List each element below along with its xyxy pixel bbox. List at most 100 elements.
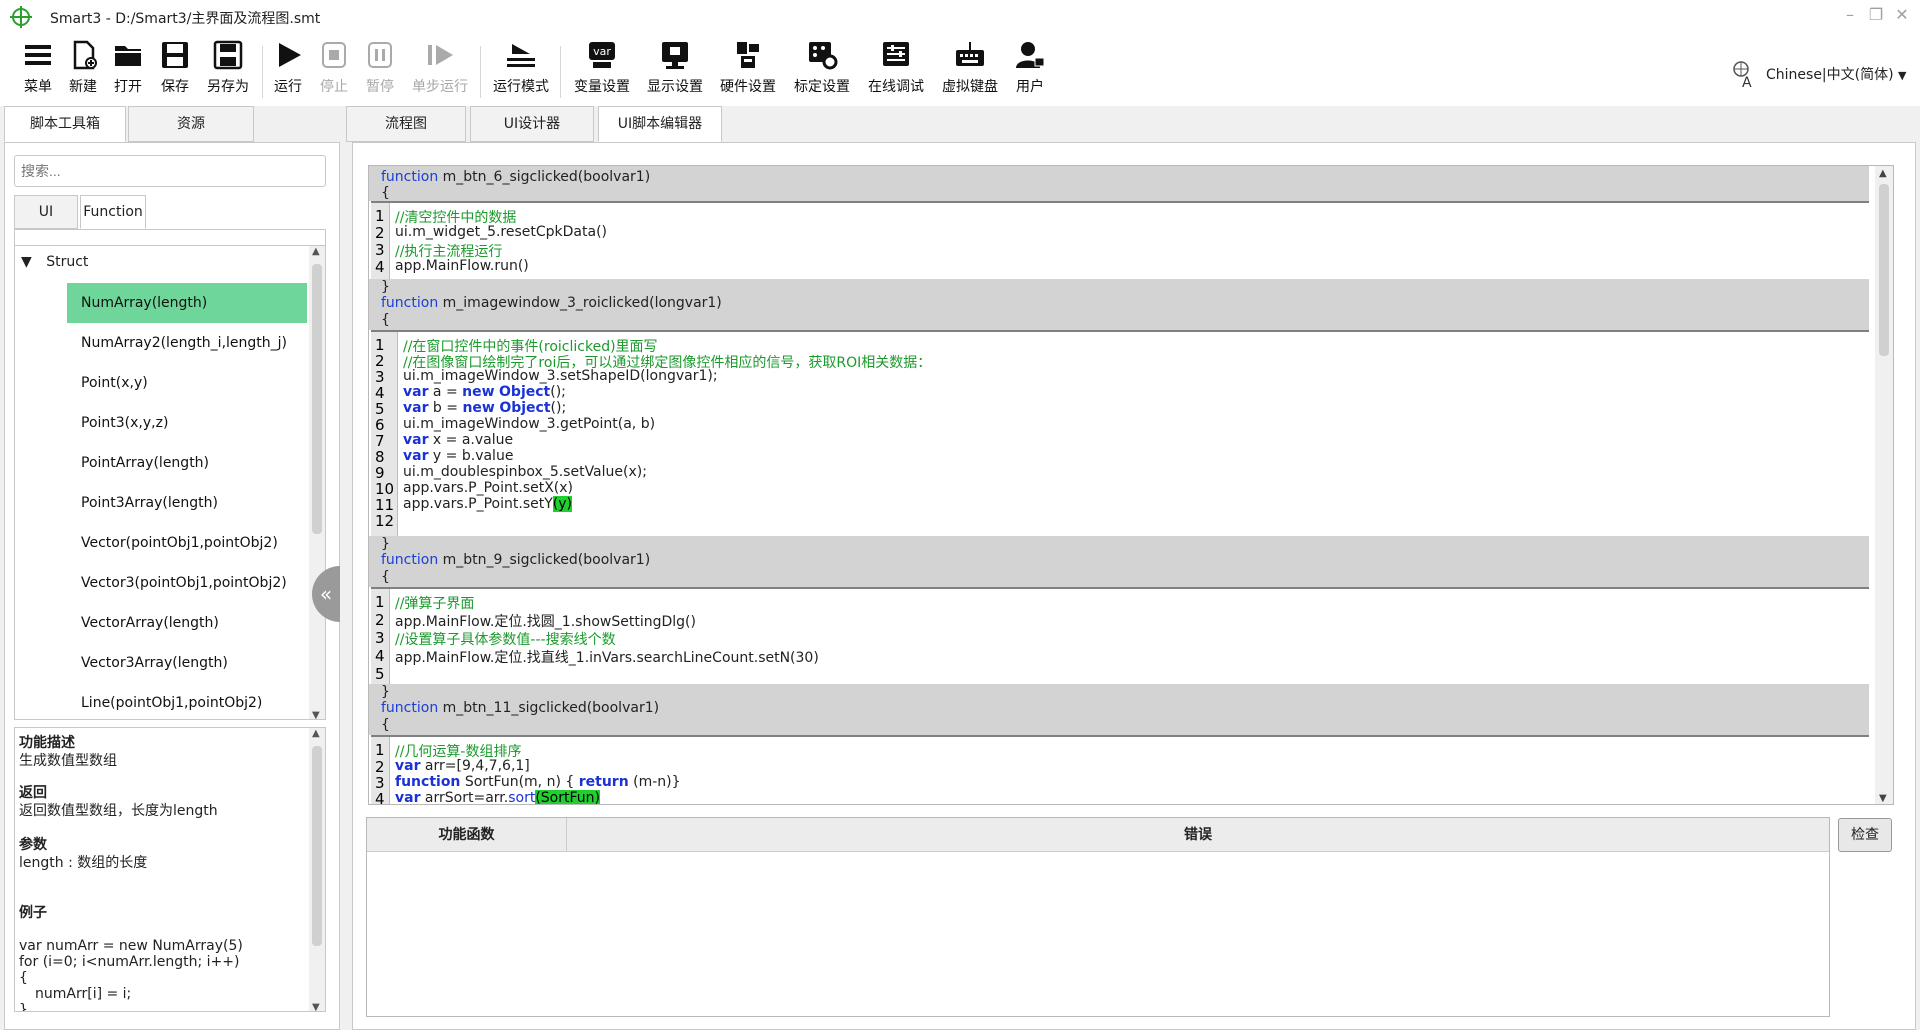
code-line: var a = new Object(); — [403, 384, 566, 400]
scroll-up-icon[interactable]: ▲ — [312, 728, 320, 739]
scroll-thumb[interactable] — [1879, 184, 1889, 356]
window-title: Smart3 - D:/Smart3/主界面及流程图.smt — [50, 11, 321, 27]
search-input[interactable] — [14, 155, 326, 187]
desc-text-params: length : 数组的长度 — [19, 855, 148, 871]
code-line: function SortFun(m, n) { return (m-n)} — [395, 774, 681, 790]
restore-icon[interactable]: ❐ — [1866, 4, 1886, 26]
list-item[interactable]: Point(x,y) — [67, 363, 307, 403]
save-as-icon — [211, 40, 245, 70]
line-number: 12 — [375, 512, 395, 530]
list-item[interactable]: Vector3Array(length) — [67, 643, 307, 683]
list-item[interactable]: NumArray2(length_i,length_j) — [67, 323, 307, 363]
save-icon — [158, 40, 192, 70]
list-item[interactable]: Vector3(pointObj1,pointObj2) — [67, 563, 307, 603]
language-select[interactable]: Chinese|中文(简体) ▼ — [1766, 64, 1907, 84]
function-signature: m_btn_9_sigclicked(boolvar1) — [438, 552, 651, 568]
code-line: app.vars.P_Point.setY(y) — [403, 496, 572, 512]
brace-close: } — [381, 279, 390, 295]
line-number: 3 — [375, 241, 385, 259]
code-block[interactable]: 1 2 3 4 //几何运算-数组排序 var arr=[9,4,7,6,1] … — [371, 735, 1869, 804]
app-logo-icon — [10, 6, 32, 28]
display-settings-button[interactable]: 显示设置 — [645, 40, 705, 96]
code-block[interactable]: 1 2 3 4 5 //弹算子界面 app.MainFlow.定位.找圆_1.s… — [371, 587, 1869, 684]
online-debug-button[interactable]: 在线调试 — [866, 40, 926, 96]
subtab-function[interactable]: Function — [80, 195, 146, 229]
line-gutter: 1 2 3 4 5 6 7 8 9 10 11 12 — [371, 332, 398, 536]
brace-close: } — [381, 536, 390, 552]
scroll-down-icon[interactable]: ▼ — [312, 710, 320, 719]
line-number: 4 — [375, 647, 385, 665]
scroll-thumb[interactable] — [312, 746, 322, 946]
code-line: var x = a.value — [403, 432, 514, 448]
code-line: app.MainFlow.定位.找直线_1.inVars.searchLineC… — [395, 650, 819, 666]
function-signature: m_btn_11_sigclicked(boolvar1) — [438, 700, 660, 716]
new-file-icon — [66, 40, 100, 70]
svg-text:var: var — [593, 45, 611, 58]
check-button[interactable]: 检查 — [1838, 818, 1892, 852]
save-as-button[interactable]: 另存为 — [198, 40, 258, 96]
desc-scrollbar[interactable]: ▲ ▼ — [309, 728, 325, 1011]
list-item[interactable]: Point3(x,y,z) — [67, 403, 307, 443]
calibration-settings-button[interactable]: 标定设置 — [792, 40, 852, 96]
user-button[interactable]: 用户 — [1000, 40, 1060, 96]
run-mode-button[interactable]: 运行模式 — [491, 40, 551, 96]
code-block[interactable]: 1 2 3 4 5 6 7 8 9 10 11 12 //在窗口控件中的事件(r… — [371, 330, 1869, 536]
tab-resources[interactable]: 资源 — [128, 106, 254, 142]
desc-text-function: 生成数值型数组 — [19, 753, 117, 769]
list-item[interactable]: PointArray(length) — [67, 443, 307, 483]
code-block[interactable]: 1 2 3 4 //清空控件中的数据 ui.m_widget_5.resetCp… — [371, 201, 1869, 279]
code-line: var y = b.value — [403, 448, 514, 464]
display-settings-label: 显示设置 — [647, 79, 703, 95]
run-mode-icon — [504, 40, 538, 70]
hardware-settings-button[interactable]: 硬件设置 — [718, 40, 778, 96]
scroll-up-icon[interactable]: ▲ — [312, 246, 320, 257]
tab-ui-designer[interactable]: UI设计器 — [470, 106, 594, 142]
error-table: 功能函数 错误 — [366, 817, 1830, 1017]
step-label: 单步运行 — [412, 79, 468, 95]
keyword: function — [381, 169, 439, 185]
pause-button[interactable]: 暂停 — [350, 40, 410, 96]
list-item[interactable]: NumArray(length) — [67, 283, 307, 323]
list-item[interactable]: Line(pointObj1,pointObj2) — [67, 683, 307, 719]
scroll-down-icon[interactable]: ▼ — [312, 1002, 320, 1011]
scroll-thumb[interactable] — [312, 264, 322, 534]
close-icon[interactable]: ✕ — [1892, 4, 1912, 26]
subtab-label: Function — [83, 204, 143, 220]
title-bar: Smart3 - D:/Smart3/主界面及流程图.smt – ❐ ✕ — [0, 0, 1920, 32]
save-button[interactable]: 保存 — [145, 40, 205, 96]
toolbar: 菜单 新建 打开 保存 另存为 运行 停止 暂停 单步运行 运行模式 var 变… — [0, 32, 1920, 106]
desc-example-line: for (i=0; i<numArr.length; i++) — [19, 954, 240, 970]
desc-example-line: { — [19, 970, 28, 986]
triangle-down-icon: ▼ — [21, 254, 32, 270]
subtab-ui[interactable]: UI — [14, 195, 78, 229]
code-editor[interactable]: function m_btn_6_sigclicked(boolvar1) { … — [368, 165, 1894, 805]
scroll-up-icon[interactable]: ▲ — [1879, 168, 1887, 179]
tab-script-toolbox[interactable]: 脚本工具箱 — [4, 106, 126, 142]
column-header-error[interactable]: 错误 — [567, 818, 1829, 852]
line-number: 2 — [375, 611, 385, 629]
menu-icon — [21, 40, 55, 70]
minimize-icon[interactable]: – — [1840, 4, 1860, 26]
step-icon — [423, 40, 457, 70]
list-item[interactable]: Point3Array(length) — [67, 483, 307, 523]
tab-flowchart[interactable]: 流程图 — [346, 106, 466, 142]
line-number: 5 — [375, 665, 385, 683]
brace-close: } — [381, 684, 390, 700]
tree-group-struct[interactable]: ▼ Struct — [21, 254, 88, 270]
desc-example-line: var numArr = new NumArray(5) — [19, 938, 243, 954]
scroll-down-icon[interactable]: ▼ — [1879, 793, 1887, 804]
step-button[interactable]: 单步运行 — [410, 40, 470, 96]
editor-scrollbar[interactable]: ▲ ▼ — [1875, 166, 1893, 804]
virtual-keyboard-button[interactable]: 虚拟键盘 — [940, 40, 1000, 96]
line-gutter: 1 2 3 4 — [371, 203, 390, 279]
var-settings-button[interactable]: var 变量设置 — [572, 40, 632, 96]
list-item[interactable]: Vector(pointObj1,pointObj2) — [67, 523, 307, 563]
column-header-function[interactable]: 功能函数 — [367, 818, 567, 852]
tab-ui-script-editor[interactable]: UI脚本编辑器 — [598, 106, 722, 142]
list-item[interactable]: VectorArray(length) — [67, 603, 307, 643]
desc-heading-return: 返回 — [19, 785, 47, 801]
function-header: } function m_imagewindow_3_roiclicked(lo… — [369, 279, 1869, 330]
tree-scrollbar[interactable]: ▲ ▼ — [309, 246, 325, 719]
pause-label: 暂停 — [366, 79, 394, 95]
line-number: 3 — [375, 629, 385, 647]
